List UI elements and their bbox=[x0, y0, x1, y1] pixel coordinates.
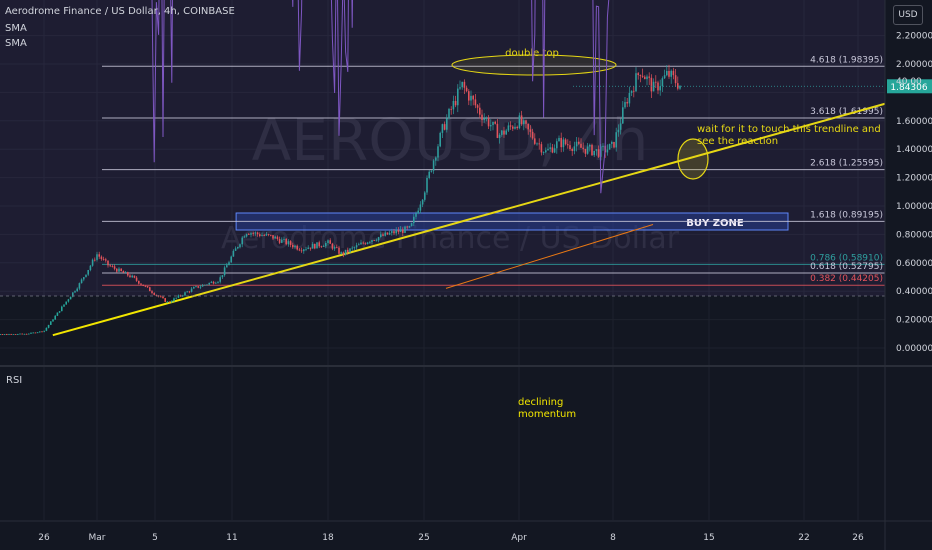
price-axis-tick: 0.80000 bbox=[896, 230, 932, 240]
price-candle-body bbox=[17, 334, 19, 335]
time-axis-tick: 25 bbox=[418, 533, 429, 543]
time-axis-tick: 18 bbox=[322, 533, 334, 543]
price-candle-body bbox=[63, 304, 65, 307]
price-axis-tick: 1.00000 bbox=[896, 202, 932, 212]
price-candle-body bbox=[162, 296, 164, 299]
time-axis-tick: 26 bbox=[38, 533, 50, 543]
price-candle-body bbox=[65, 301, 67, 305]
price-candle-body bbox=[173, 298, 175, 302]
price-candle-body bbox=[43, 330, 45, 332]
price-candle-body bbox=[164, 298, 166, 302]
price-candle-body bbox=[21, 333, 23, 335]
price-axis-tick: 1.60000 bbox=[896, 117, 932, 127]
price-axis-tick: 0.00000 bbox=[896, 344, 932, 354]
price-candle-body bbox=[67, 299, 70, 302]
price-candle-body bbox=[41, 331, 43, 333]
price-candle-body bbox=[28, 333, 30, 335]
time-axis-tick: 8 bbox=[610, 533, 616, 543]
price-candle-body bbox=[69, 296, 72, 300]
declining-momentum-line-2: momentum bbox=[518, 409, 576, 420]
currency-button[interactable]: USD bbox=[893, 5, 923, 25]
price-candle-body bbox=[14, 334, 17, 335]
price-candle-body bbox=[54, 315, 56, 320]
price-axis-tick: 1.40000 bbox=[896, 145, 932, 155]
price-axis-tick: 2.20000 bbox=[896, 32, 932, 42]
price-candle-body bbox=[1, 334, 4, 335]
price-candle-body bbox=[32, 332, 34, 334]
time-axis-tick: 11 bbox=[226, 533, 237, 543]
time-axis-tick: 5 bbox=[152, 533, 158, 543]
time-axis-tick: 22 bbox=[798, 533, 809, 543]
price-candle-body bbox=[160, 296, 162, 298]
price-candle-body bbox=[166, 301, 169, 303]
price-candle-body bbox=[6, 334, 8, 336]
price-axis-tick: 1.20000 bbox=[896, 174, 932, 184]
price-candle-body bbox=[3, 334, 6, 336]
price-axis-tick: 0.60000 bbox=[896, 259, 932, 269]
price-candle-body bbox=[168, 301, 171, 303]
price-candle-body bbox=[36, 332, 39, 334]
price-candle-body bbox=[58, 311, 61, 313]
price-candle-body bbox=[45, 327, 48, 331]
indicator-sma-2[interactable]: SMA bbox=[5, 38, 27, 50]
time-axis-tick: Apr bbox=[511, 533, 527, 543]
time-axis-tick: 15 bbox=[703, 533, 714, 543]
price-candle-body bbox=[171, 301, 173, 303]
rsi-axis-tick: 40.00 bbox=[896, 77, 922, 87]
price-candle-body bbox=[25, 333, 28, 335]
time-axis-tick: Mar bbox=[89, 533, 106, 543]
price-candle-body bbox=[175, 297, 177, 299]
price-candle-body bbox=[50, 321, 52, 325]
price-candle-body bbox=[56, 312, 59, 316]
chart-canvas[interactable]: AEROUSD, 4hAerodrome Finance / US Dollar… bbox=[0, 0, 932, 550]
time-axis-tick: 26 bbox=[852, 533, 864, 543]
price-axis-tick: 0.20000 bbox=[896, 316, 932, 326]
indicator-sma-1[interactable]: SMA bbox=[5, 23, 27, 35]
price-axis-tick: 0.40000 bbox=[896, 287, 932, 297]
price-candle-body bbox=[39, 331, 41, 333]
declining-momentum-line-1: declining bbox=[518, 397, 563, 408]
price-candle-body bbox=[10, 334, 12, 335]
price-candle-body bbox=[61, 306, 63, 312]
price-axis-tick: 2.00000 bbox=[896, 60, 932, 70]
price-candle-body bbox=[0, 334, 1, 335]
symbol-title: Aerodrome Finance / US Dollar, 4h, COINB… bbox=[5, 6, 235, 17]
rsi-band-fill bbox=[0, 0, 885, 296]
price-candle-body bbox=[52, 319, 54, 322]
price-candle-body bbox=[19, 333, 21, 335]
price-candle-body bbox=[30, 332, 32, 334]
price-candle-body bbox=[23, 333, 26, 335]
price-candle-body bbox=[12, 334, 15, 335]
rsi-pane-label: RSI bbox=[6, 375, 22, 386]
price-candle-body bbox=[34, 332, 37, 334]
price-candle-body bbox=[47, 324, 50, 328]
price-candle-body bbox=[8, 334, 10, 335]
